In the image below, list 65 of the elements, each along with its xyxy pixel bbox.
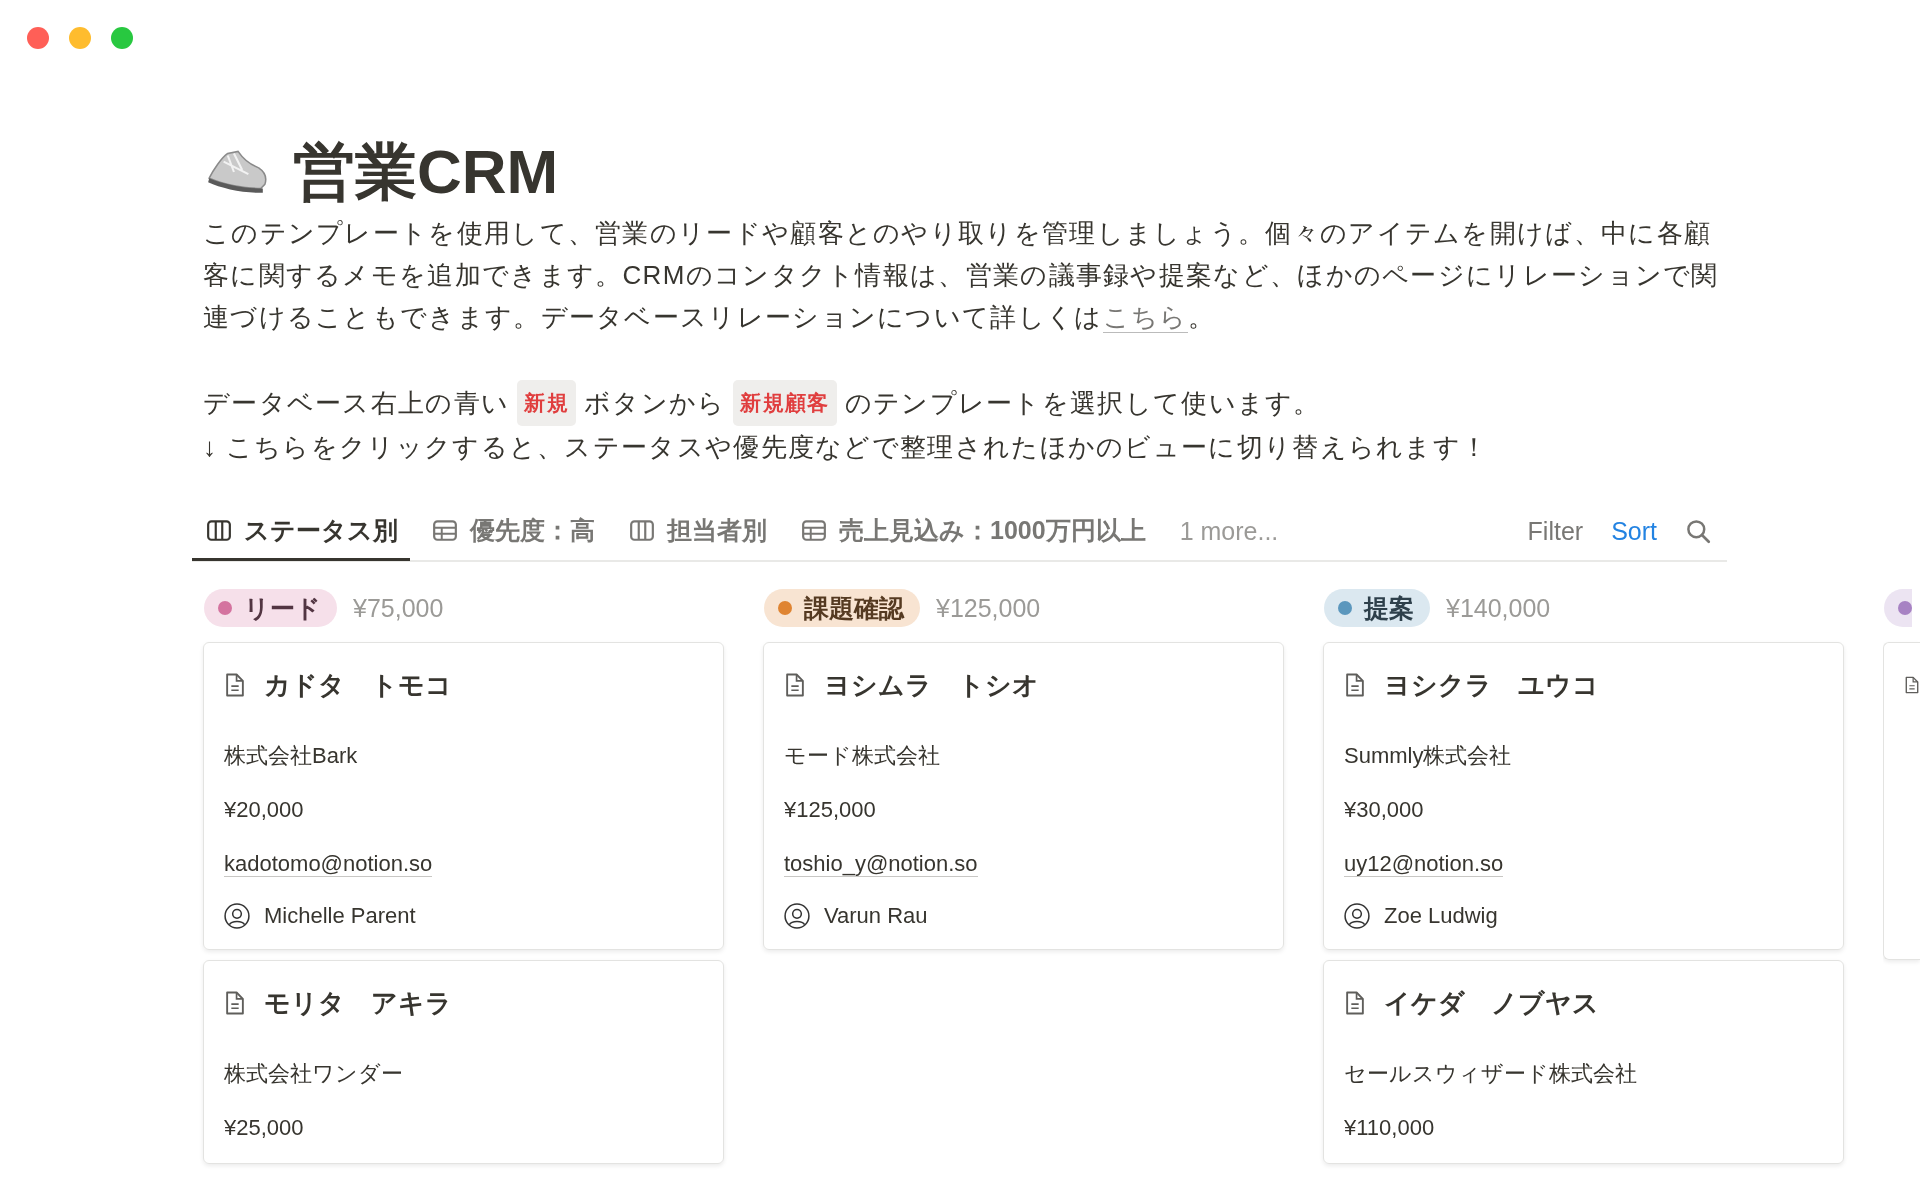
status-pill: 課題確認 <box>764 589 920 627</box>
zoom-button[interactable] <box>111 27 133 49</box>
deal-amount: ¥125,000 <box>784 796 877 824</box>
avatar-icon <box>784 903 810 929</box>
email-link[interactable]: toshio_y@notion.so <box>784 851 978 877</box>
board-icon <box>206 518 232 543</box>
table-icon <box>801 518 827 543</box>
owner-name: Varun Rau <box>824 903 928 929</box>
company-name: 株式会社Bark <box>224 742 359 770</box>
view-tab[interactable]: ステータス別 <box>192 503 410 561</box>
owner-name: Michelle Parent <box>264 903 416 929</box>
link[interactable]: こちら <box>1102 302 1188 333</box>
page-title: 営業CRM <box>293 136 559 208</box>
view-action-button[interactable]: Sort <box>1611 516 1657 546</box>
deal-amount: ¥110,000 <box>1344 1114 1436 1142</box>
avatar-icon <box>224 903 250 929</box>
minimize-button[interactable] <box>69 27 91 49</box>
hint-text: ↓ こちらをクリックすると、ステータスや優先度などで整理されたほかのビューに切り替えられます！ <box>203 431 1490 464</box>
card-title: イケダ ノブヤス <box>1384 986 1599 1020</box>
card-title: ヨシクラ ユウコ <box>1384 668 1599 702</box>
document-icon <box>784 672 806 698</box>
column-total: ¥125,000 <box>936 593 1041 623</box>
company-name: モード株式会社 <box>784 742 941 770</box>
avatar-icon <box>1344 903 1370 929</box>
document-icon <box>224 990 246 1016</box>
contact-card[interactable]: イケダ ノブヤス セールスウィザード株式会社 ¥110,000 <box>1323 960 1844 1164</box>
column-total: ¥75,000 <box>353 593 444 623</box>
deal-amount: ¥20,000 <box>224 796 305 824</box>
card-title: カドタ トモコ <box>264 668 452 702</box>
contact-card[interactable]: モリタ アキラ 株式会社ワンダー ¥25,000 <box>203 960 724 1164</box>
company-name: 株式会社ワンダー <box>224 1060 404 1088</box>
document-icon <box>1344 672 1366 698</box>
card-title: ヨシムラ トシオ <box>824 668 1039 702</box>
intro-paragraph: このテンプレートを使用して、営業のリードや顧客とのやり取りを管理しましょう。個々のアイテムを開けば、中に各顧客に関するメモを追加できます。CRMのコンタクト情報は、営業の議事録や提案など、ほかのページにリレーションで関連づけることもできます。データベースリレーションについて詳しくは こちら。 <box>203 217 1720 335</box>
deal-amount: ¥25,000 <box>224 1114 305 1142</box>
view-tab[interactable]: 担当者別 <box>615 503 779 561</box>
view-tab[interactable]: 売上見込み：1000万円以上 <box>787 503 1158 561</box>
board-icon <box>629 518 655 543</box>
contact-card[interactable]: カドタ トモコ 株式会社Bark ¥20,000 kadotomo@notion.so Michelle Parent <box>203 642 724 950</box>
company-name: Summly株式会社 <box>1344 742 1513 770</box>
column-total: ¥140,000 <box>1446 593 1551 623</box>
owner-name: Zoe Ludwig <box>1384 903 1498 929</box>
view-tab[interactable]: 優先度：高 <box>418 503 607 561</box>
deal-amount: ¥30,000 <box>1344 796 1425 824</box>
search-icon <box>1685 518 1711 544</box>
instruction-text: データベース右上の青い <box>203 387 510 420</box>
document-icon <box>224 672 246 698</box>
status-pill: 提案 <box>1324 589 1430 627</box>
contact-card[interactable] <box>1883 642 1920 960</box>
template-tag: 新規 <box>517 380 576 426</box>
view-action-button[interactable]: Filter <box>1527 516 1584 546</box>
company-name: セールスウィザード株式会社 <box>1344 1060 1638 1088</box>
contact-card[interactable]: ヨシクラ ユウコ Summly株式会社 ¥30,000 uy12@notion.so Zoe Ludwig <box>1323 642 1844 950</box>
instruction-text: ボタンから <box>583 387 726 420</box>
status-pill: リード <box>204 589 337 627</box>
search-button[interactable] <box>1685 518 1711 544</box>
email-link[interactable]: kadotomo@notion.so <box>224 851 433 877</box>
template-tag: 新規顧客 <box>733 380 837 426</box>
close-button[interactable] <box>27 27 49 49</box>
card-title: モリタ アキラ <box>264 986 452 1020</box>
document-icon <box>1344 990 1366 1016</box>
table-icon <box>432 518 458 543</box>
email-link[interactable]: uy12@notion.so <box>1344 851 1504 877</box>
contact-card[interactable]: ヨシムラ トシオ モード株式会社 ¥125,000 toshio_y@notion.so Varun Rau <box>763 642 1284 950</box>
instruction-text: のテンプレートを選択して使います。 <box>844 387 1321 420</box>
